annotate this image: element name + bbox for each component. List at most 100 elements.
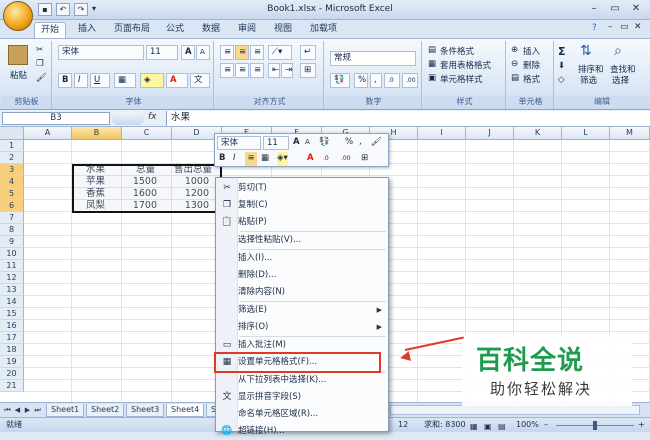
- align-center-icon[interactable]: ≡: [235, 63, 249, 78]
- row-header-4[interactable]: 4: [0, 176, 24, 188]
- tab-insert[interactable]: 插入: [72, 22, 102, 38]
- mini-size-select[interactable]: 11: [263, 136, 289, 150]
- ribbon-minimize-button[interactable]: –: [608, 22, 613, 32]
- menu-item-0[interactable]: ✂ 剪切(T): [216, 180, 388, 197]
- menu-item-5[interactable]: 删除(D)...: [216, 267, 388, 284]
- accounting-format-icon[interactable]: 💱: [330, 73, 350, 88]
- increase-decimal-icon[interactable]: .0: [384, 73, 400, 88]
- menu-item-4[interactable]: 插入(I)...: [216, 250, 388, 267]
- number-format-select[interactable]: 常规: [330, 51, 416, 66]
- align-bottom-icon[interactable]: ≡: [250, 45, 264, 60]
- row-header-2[interactable]: 2: [0, 152, 24, 164]
- menu-item-1[interactable]: ❐ 复制(C): [216, 197, 388, 214]
- row-header-16[interactable]: 16: [0, 320, 24, 332]
- decrease-decimal-icon[interactable]: .00: [402, 73, 418, 88]
- first-sheet-icon[interactable]: ⏮: [3, 405, 12, 415]
- comma-button[interactable]: ,: [370, 73, 382, 88]
- sheet-tab-3[interactable]: Sheet3: [126, 404, 165, 417]
- row-header-13[interactable]: 13: [0, 284, 24, 296]
- next-sheet-icon[interactable]: ▶: [23, 405, 32, 415]
- mini-percent-button[interactable]: %: [345, 136, 353, 150]
- column-header-k[interactable]: K: [514, 127, 562, 140]
- percent-button[interactable]: %: [354, 73, 368, 88]
- row-header-6[interactable]: 6: [0, 200, 24, 212]
- table-format-button[interactable]: 套用表格格式: [440, 59, 491, 71]
- row-header-5[interactable]: 5: [0, 188, 24, 200]
- find-select-label-2[interactable]: 选择: [612, 74, 629, 86]
- tab-page-layout[interactable]: 页面布局: [108, 22, 156, 38]
- menu-item-13[interactable]: 命名单元格区域(R)...: [216, 406, 388, 423]
- bold-button[interactable]: B: [58, 73, 72, 88]
- mini-grow-font-button[interactable]: A: [293, 136, 300, 150]
- zoom-out-button[interactable]: –: [544, 418, 548, 432]
- autosum-button[interactable]: Σ: [558, 45, 566, 58]
- last-sheet-icon[interactable]: ⏭: [33, 405, 42, 415]
- sheet-tab-4[interactable]: Sheet4: [166, 404, 205, 417]
- mini-format-painter-icon[interactable]: 🖌: [371, 136, 382, 150]
- menu-item-12[interactable]: 文显示拼音字段(S): [216, 389, 388, 406]
- sheet-tab-1[interactable]: Sheet1: [46, 404, 85, 417]
- font-color-button[interactable]: A: [166, 73, 188, 88]
- zoom-in-button[interactable]: +: [638, 418, 645, 432]
- sort-filter-label-2[interactable]: 筛选: [580, 74, 597, 86]
- menu-item-2[interactable]: 📋 粘贴(P): [216, 214, 388, 231]
- qat-dropdown-icon[interactable]: ▾: [92, 4, 96, 13]
- increase-indent-icon[interactable]: ⇥: [281, 63, 293, 78]
- save-icon[interactable]: ▪: [38, 3, 52, 16]
- clear-icon[interactable]: ◇: [558, 75, 565, 85]
- row-header-9[interactable]: 9: [0, 236, 24, 248]
- mini-shrink-font-button[interactable]: A: [305, 136, 310, 150]
- cell-styles-icon[interactable]: ▣: [428, 73, 436, 83]
- column-header-c[interactable]: C: [122, 127, 172, 140]
- column-header-i[interactable]: I: [418, 127, 466, 140]
- decrease-indent-icon[interactable]: ⇤: [268, 63, 280, 78]
- sheet-tab-2[interactable]: Sheet2: [86, 404, 125, 417]
- formula-input[interactable]: 水果: [166, 111, 650, 126]
- maximize-button[interactable]: ▭: [605, 2, 625, 17]
- insert-function-icon[interactable]: fx: [148, 112, 157, 122]
- delete-cells-button[interactable]: 删除: [523, 59, 540, 71]
- menu-item-8[interactable]: 排序(O) ▶: [216, 319, 388, 336]
- ribbon-restore-button[interactable]: ▭: [620, 22, 629, 32]
- format-cells-button[interactable]: 格式: [523, 73, 540, 85]
- row-header-14[interactable]: 14: [0, 296, 24, 308]
- mini-decrease-decimal-button[interactable]: .00: [341, 152, 351, 166]
- minimize-button[interactable]: –: [584, 2, 604, 17]
- prev-sheet-icon[interactable]: ◀: [13, 405, 22, 415]
- tab-data[interactable]: 数据: [196, 22, 226, 38]
- mini-merge-icon[interactable]: ⊞: [361, 152, 368, 166]
- cut-icon[interactable]: ✂: [36, 45, 43, 55]
- menu-item-7[interactable]: 筛选(E) ▶: [216, 302, 388, 319]
- delete-cells-icon[interactable]: ⊖: [511, 59, 518, 69]
- conditional-format-button[interactable]: 条件格式: [440, 45, 474, 57]
- find-select-icon[interactable]: ⌕: [614, 43, 622, 59]
- tab-review[interactable]: 审阅: [232, 22, 262, 38]
- format-cells-icon[interactable]: ▤: [511, 73, 519, 83]
- formula-bar-divider[interactable]: [112, 112, 144, 125]
- zoom-slider-thumb[interactable]: [593, 421, 597, 430]
- grow-font-button[interactable]: A: [181, 45, 195, 60]
- row-header-10[interactable]: 10: [0, 248, 24, 260]
- copy-icon[interactable]: ❐: [36, 59, 44, 69]
- tab-view[interactable]: 视图: [268, 22, 298, 38]
- row-header-19[interactable]: 19: [0, 356, 24, 368]
- borders-button[interactable]: ▦: [114, 73, 136, 88]
- tab-formulas[interactable]: 公式: [160, 22, 190, 38]
- ribbon-close-button[interactable]: ✕: [634, 22, 642, 32]
- align-middle-icon[interactable]: ≡: [235, 45, 249, 60]
- row-header-18[interactable]: 18: [0, 344, 24, 356]
- mini-comma-button[interactable]: ,: [359, 136, 362, 150]
- row-header-7[interactable]: 7: [0, 212, 24, 224]
- font-name-select[interactable]: 宋体: [58, 45, 144, 60]
- tab-addins[interactable]: 加载项: [304, 22, 343, 38]
- column-header-a[interactable]: A: [24, 127, 72, 140]
- mini-italic-button[interactable]: I: [233, 152, 236, 166]
- merge-center-icon[interactable]: ⊞: [300, 63, 316, 78]
- column-header-l[interactable]: L: [562, 127, 610, 140]
- row-header-15[interactable]: 15: [0, 308, 24, 320]
- menu-item-11[interactable]: 从下拉列表中选择(K)...: [216, 372, 388, 389]
- fill-icon[interactable]: ⬇: [558, 61, 565, 71]
- row-header-1[interactable]: 1: [0, 140, 24, 152]
- row-header-21[interactable]: 21: [0, 380, 24, 392]
- shrink-font-button[interactable]: A: [196, 45, 210, 60]
